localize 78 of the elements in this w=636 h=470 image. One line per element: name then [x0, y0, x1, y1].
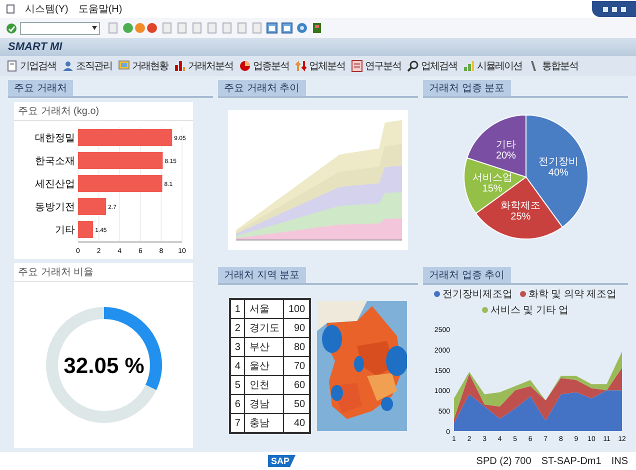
bar-label: 세진산업 — [35, 179, 75, 190]
toolbar-button[interactable]: 업체분석 — [295, 59, 345, 73]
toolbar-button[interactable]: 조직관리 — [62, 59, 112, 73]
menu-icon[interactable] — [6, 4, 15, 14]
layout-icon — [311, 22, 323, 34]
page-icon — [206, 22, 218, 34]
table-cell: 경남 — [244, 394, 284, 414]
bar-label: 한국소재 — [35, 156, 75, 167]
sap-logo: SAP — [268, 455, 296, 467]
bar-label: 동방기전 — [35, 202, 75, 213]
legend-label: 화학 및 의약 제조업 — [528, 288, 617, 302]
page-icon — [176, 22, 188, 34]
bar-chart-icon — [174, 60, 186, 72]
growth-chart-icon — [463, 60, 475, 72]
check-icon[interactable] — [6, 22, 17, 34]
menu-item[interactable]: 시스템(Y) — [25, 2, 68, 16]
board-icon — [118, 60, 130, 72]
table-cell: 3 — [230, 338, 245, 357]
help-icon — [296, 22, 308, 34]
toolbar-button[interactable]: 기업검색 — [6, 59, 56, 73]
toolbar-button[interactable]: 통합분석 — [528, 59, 578, 73]
status-item: SPD (2) 700 — [476, 456, 532, 466]
toolbar-button[interactable]: 시뮬레이션 — [463, 59, 522, 73]
table-cell: 경기도 — [244, 318, 284, 338]
card-title: 주요 거래처 (kg.o) — [14, 102, 193, 121]
card-title: 주요 거래처 비율 — [14, 263, 193, 282]
page-icon — [191, 22, 203, 34]
page-icon — [251, 22, 263, 34]
table-cell: 부산 — [244, 338, 284, 357]
bar — [78, 221, 94, 238]
report-icon — [351, 60, 363, 72]
table-cell: 6 — [230, 394, 245, 414]
table-cell: 1 — [230, 299, 245, 319]
table-cell: 4 — [230, 356, 245, 376]
person-icon — [62, 60, 74, 72]
panel-tab[interactable]: 거래처 지역 분포 — [218, 266, 306, 282]
pie-chart-icon — [239, 60, 251, 72]
page-icon — [161, 22, 173, 34]
page-icon — [236, 22, 248, 34]
bar-label: 기타 — [55, 225, 75, 236]
slice-label: 기타 20% — [495, 139, 516, 162]
navigation-icons-drawing[interactable] — [122, 22, 158, 34]
panel-tab[interactable]: 주요 거래처 — [8, 80, 73, 96]
table-cell: 5 — [230, 376, 245, 395]
window-controls-drawing[interactable] — [592, 1, 636, 17]
bar-label: 대한정밀 — [35, 133, 75, 144]
legend-label: 전기장비제조업 — [442, 288, 512, 302]
search-icon — [407, 60, 419, 72]
slice-label: 전기장비 40% — [538, 156, 578, 178]
table-cell: 인천 — [244, 376, 284, 395]
toolbar-button[interactable]: 업체검색 — [407, 59, 457, 73]
document-icon — [6, 60, 18, 72]
panel-tab[interactable]: 주요 거래처 추이 — [218, 80, 306, 96]
window-icon — [266, 22, 278, 34]
page-icon — [107, 22, 119, 34]
table-cell: 서울 — [244, 299, 284, 319]
toolbar-button[interactable]: 거래처분석 — [174, 59, 233, 73]
bar — [78, 198, 106, 215]
legend-label: 서비스 및 기타 업 — [490, 304, 569, 318]
table-cell: 2 — [230, 318, 245, 338]
table-cell: 울산 — [244, 356, 284, 376]
page-icon — [221, 22, 233, 34]
status-item: INS — [611, 456, 628, 466]
panel-tab[interactable]: 거래처 업종 추이 — [423, 266, 511, 282]
up-down-arrows-icon — [295, 60, 307, 72]
slice-label: 화학제조 25% — [500, 200, 540, 222]
status-item: ST-SAP-Dm1 — [541, 456, 602, 466]
window-icon — [281, 22, 293, 34]
caret-icon — [92, 26, 97, 30]
toolbar-button[interactable]: 거래현황 — [118, 59, 168, 73]
toolbar-button[interactable]: 업종분석 — [239, 59, 289, 73]
app-title: SMART MI — [8, 41, 62, 53]
command-field[interactable] — [20, 22, 100, 34]
toolbar-button[interactable]: 연구분석 — [351, 59, 401, 73]
gauge-value: 32.05 % — [63, 353, 144, 378]
slice-label: 서비스업 15% — [472, 172, 512, 194]
menu-item[interactable]: 도움말(H) — [78, 2, 122, 16]
panel-tab[interactable]: 거래처 업종 분포 — [423, 80, 511, 96]
